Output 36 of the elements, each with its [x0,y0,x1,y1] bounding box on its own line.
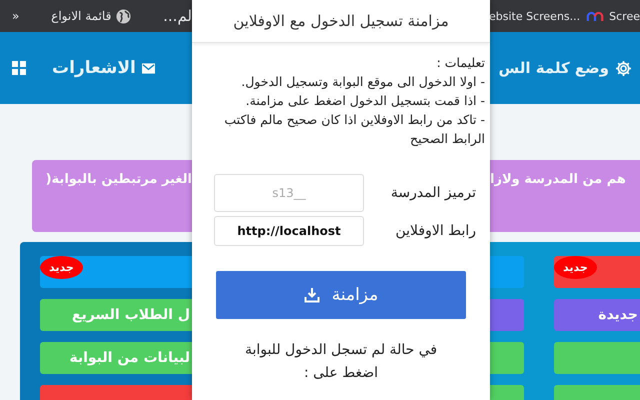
instructions-heading: تعليمات : [436,54,485,72]
input-field[interactable]: s13__ [214,174,364,212]
menu-button[interactable] [554,342,640,374]
nav-link[interactable]: الاشعارات [52,58,155,78]
help-text: في حالة لم تسجل الدخول للبوابة [244,341,438,360]
nav-link[interactable]: وضع كلمة الس [498,59,632,77]
notice-card: هم من المدرسة ولازا [490,160,640,232]
bookmark[interactable]: » [12,9,20,23]
field-label: رابط الاوفلاين [394,223,476,239]
envelope-icon [142,62,155,74]
menu-button[interactable] [490,342,524,374]
new-badge: جديد [40,256,83,279]
notice-card: الغير مرتبطين بالبوابة( [32,160,192,232]
bookmark[interactable]: Scree [586,10,640,22]
globe-icon [116,8,132,24]
popup-title: مزامنة تسجيل الدخول مع الاوفلاين [233,12,449,30]
bookmark[interactable]: قائمة الانواع [51,8,132,24]
grid-icon[interactable] [12,61,26,75]
menu-button[interactable]: جديد [40,256,192,288]
logo-icon [586,10,604,22]
help-text: اضغط على : [302,364,380,383]
instruction-text: - تاكد من رابط الاوفلاين اذا كان صحيح مالم فاكتب الرابط الصحيح [223,111,485,148]
menu-button[interactable]: جديد [554,256,640,288]
menu-button[interactable] [490,299,524,331]
sync-button[interactable]: مزامنة [216,271,466,319]
menu-button[interactable] [490,256,524,288]
settings-icon [615,60,632,76]
instruction-text: - اولا الدخول الى موقع البوابة وتسجيل الدخول. [240,73,485,91]
field-label: ترميز المدرسة [394,185,476,201]
bookmark[interactable]: ebsite Screens... [488,10,580,22]
bookmark[interactable]: لم... [163,7,192,25]
instruction-text: - اذا قمت بتسجيل الدخول اضغط على مزامنة. [244,92,485,110]
new-badge: جديد [554,256,597,279]
download-icon [304,287,320,303]
menu-button[interactable]: جديدة [554,299,640,331]
input-field[interactable]: http://localhost [214,216,364,246]
